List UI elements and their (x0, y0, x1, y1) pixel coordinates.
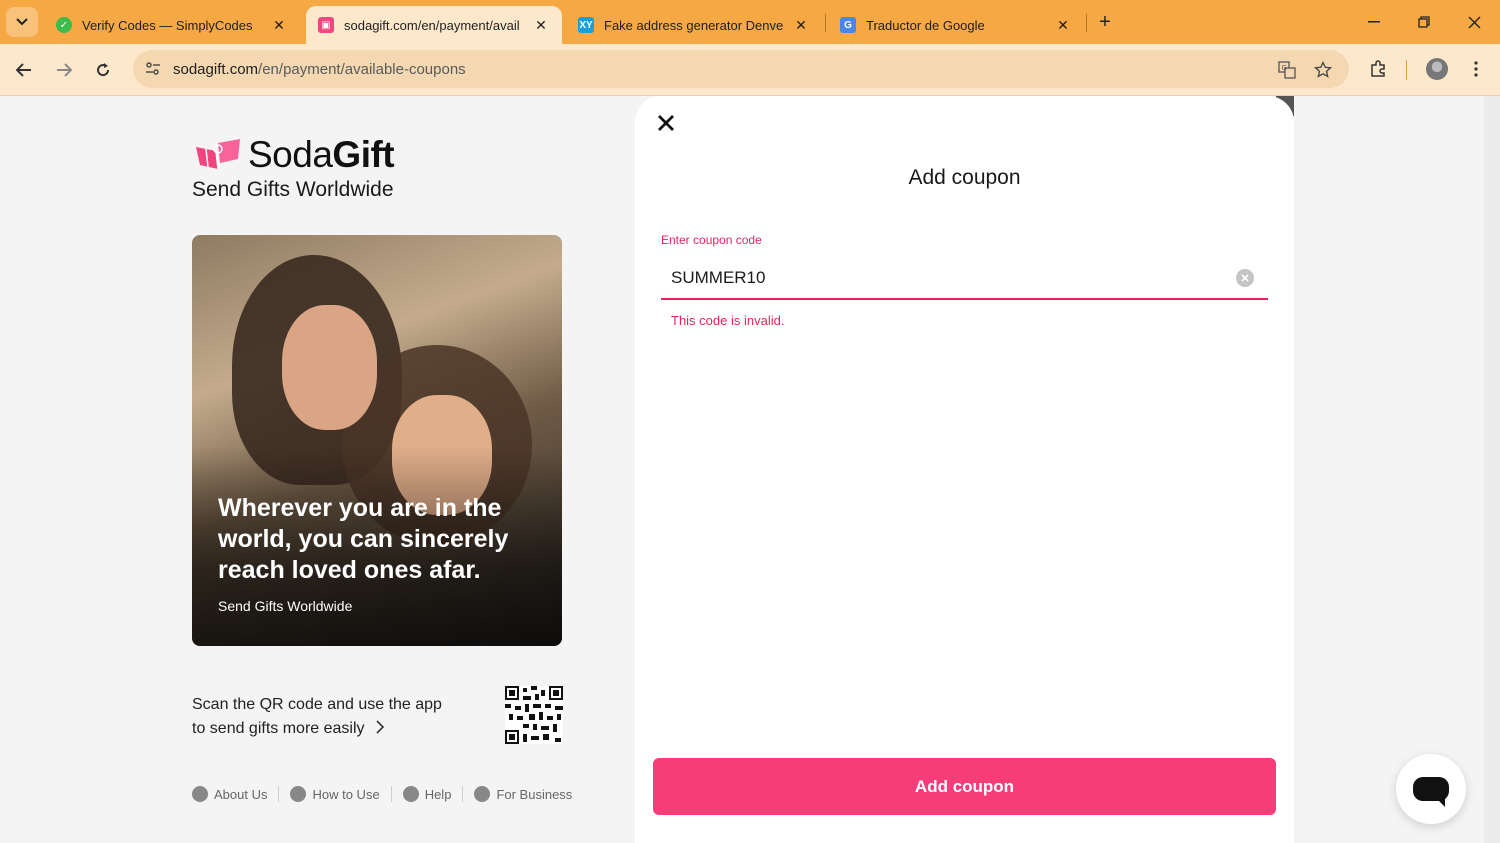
footer-separator (278, 786, 280, 802)
footer-separator (462, 786, 464, 802)
close-tab-icon[interactable]: ✕ (1054, 16, 1072, 34)
hero-headline: Wherever you are in the world, you can s… (218, 494, 509, 584)
tab-title: Verify Codes — SimplyCodes (82, 17, 253, 33)
footer-separator (390, 786, 392, 802)
site-settings-icon[interactable] (143, 59, 163, 79)
fake-address-favicon-icon: XY (578, 17, 594, 33)
tab-separator (1086, 14, 1087, 32)
modal-title: Add coupon (908, 166, 1021, 189)
gift-logo-icon (196, 139, 240, 170)
footer-link-help[interactable]: Help (402, 786, 452, 802)
address-bar[interactable]: sodagift.com/en/payment/available-coupon… (133, 50, 1349, 88)
tab-title: Fake address generator Denver (604, 17, 784, 33)
url-domain: sodagift.com (173, 61, 259, 78)
browser-toolbar: sodagift.com/en/payment/available-coupon… (0, 44, 1500, 96)
minimize-icon (1368, 21, 1380, 23)
hero-image: Wherever you are in the world, you can s… (192, 235, 562, 646)
hero-face-shape (282, 305, 377, 430)
forward-button[interactable] (50, 56, 78, 84)
url-path: /en/payment/available-coupons (258, 61, 466, 78)
close-tab-icon[interactable]: ✕ (270, 16, 288, 34)
tab-strip: ✓ Verify Codes — SimplyCodes ✕ ▣ sodagif… (0, 0, 1500, 44)
tab-simplycodes[interactable]: ✓ Verify Codes — SimplyCodes ✕ (44, 6, 300, 44)
chat-support-button[interactable] (1396, 754, 1466, 824)
footer-links: About Us How to Use Help For Business (192, 786, 572, 802)
help-icon (402, 786, 419, 802)
footer-link-label: Help (424, 786, 452, 802)
simplycodes-favicon-icon: ✓ (56, 17, 72, 33)
new-tab-button[interactable]: + (1093, 10, 1117, 34)
footer-link-label: How to Use (312, 786, 380, 802)
app-promo-link[interactable]: Scan the QR code and use the app to send… (192, 693, 442, 741)
footer-link-label: About Us (214, 786, 268, 802)
page-tagline: Send Gifts Worldwide (192, 178, 394, 201)
forward-arrow-icon (57, 63, 72, 77)
tab-fake-address[interactable]: XY Fake address generator Denver ✕ (566, 6, 822, 44)
back-arrow-icon (16, 63, 31, 77)
url-text: sodagift.com/en/payment/available-coupon… (173, 61, 466, 78)
svg-text:G: G (1282, 64, 1287, 72)
logo-text-regular: Soda (248, 134, 333, 175)
menu-kebab-icon[interactable] (1463, 56, 1489, 82)
sodagift-favicon-icon: ▣ (318, 17, 334, 33)
logo-text-bold: Gift (332, 134, 395, 175)
tab-search-button[interactable] (6, 7, 38, 37)
extensions-puzzle-icon[interactable] (1365, 56, 1391, 82)
translate-icon[interactable]: G (1276, 59, 1298, 81)
app-promo-line2: to send gifts more easily (192, 720, 365, 737)
restore-button[interactable] (1412, 10, 1436, 34)
tab-separator (825, 14, 826, 32)
profile-avatar[interactable] (1426, 58, 1448, 80)
tab-google-translate[interactable]: G Traductor de Google ✕ (828, 6, 1084, 44)
chevron-right-icon (376, 720, 385, 734)
reload-icon (97, 63, 110, 77)
footer-link-about[interactable]: About Us (192, 786, 267, 802)
logo-text: SodaGift (248, 134, 395, 176)
coupon-code-input[interactable] (661, 258, 1268, 300)
add-coupon-modal: Add coupon Enter coupon code This code i… (635, 96, 1294, 843)
sodagift-logo[interactable]: SodaGift (194, 134, 395, 176)
restore-icon (1418, 16, 1430, 28)
footer-link-label: For Business (496, 786, 573, 802)
app-promo-line1: Scan the QR code and use the app (192, 696, 442, 713)
close-icon (1468, 16, 1480, 28)
about-icon (192, 786, 208, 802)
qr-code-icon (505, 686, 563, 744)
close-icon (658, 115, 674, 131)
page-right-margin (1484, 96, 1500, 843)
hero-subtitle: Send Gifts Worldwide (218, 598, 353, 614)
footer-link-business[interactable]: For Business (474, 786, 572, 802)
modal-close-button[interactable] (655, 112, 677, 134)
window-close-button[interactable] (1462, 10, 1486, 34)
business-icon (474, 786, 491, 802)
close-tab-icon[interactable]: ✕ (532, 16, 550, 34)
tab-title: sodagift.com/en/payment/avail (344, 17, 520, 33)
reload-button[interactable] (89, 56, 117, 84)
close-tab-icon[interactable]: ✕ (792, 16, 810, 34)
google-translate-favicon-icon: G (840, 17, 856, 33)
clear-x-icon (1241, 274, 1249, 282)
tab-title: Traductor de Google (866, 17, 985, 33)
minimize-button[interactable] (1362, 10, 1386, 34)
coupon-field-label: Enter coupon code (661, 233, 762, 247)
clear-input-button[interactable] (1236, 269, 1254, 287)
how-to-use-icon (290, 786, 307, 802)
coupon-error-message: This code is invalid. (671, 313, 785, 328)
toolbar-divider (1406, 60, 1407, 80)
add-coupon-button[interactable]: Add coupon (653, 758, 1276, 815)
bookmark-star-icon[interactable] (1312, 59, 1334, 81)
chevron-down-icon (16, 18, 28, 26)
back-button[interactable] (10, 56, 38, 84)
footer-link-how-to-use[interactable]: How to Use (290, 786, 380, 802)
tab-sodagift[interactable]: ▣ sodagift.com/en/payment/avail ✕ (306, 6, 562, 44)
chat-bubble-icon (1413, 777, 1449, 807)
